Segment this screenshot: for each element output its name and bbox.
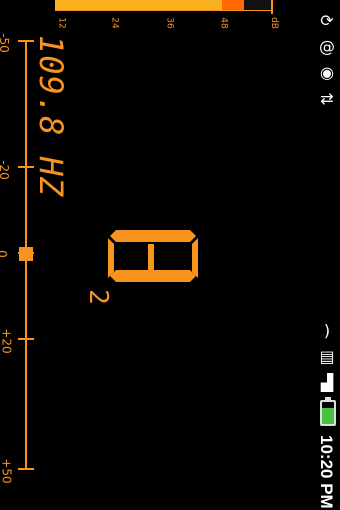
- meter-tick-label: 24: [109, 17, 120, 29]
- sync-icon: ⟳: [320, 10, 334, 30]
- status-bar: ⟳ @ ◉ ⇄ ) ▤ ▟ 10:20 PM: [314, 0, 340, 510]
- scale-label: +50: [0, 458, 14, 484]
- level-meter: [55, 0, 273, 10]
- scale-label: +20: [0, 328, 14, 354]
- scale-label: -20: [0, 160, 11, 180]
- level-meter-fill: [55, 0, 222, 10]
- level-meter-baseline: [55, 10, 273, 11]
- signal-icon: ▟: [320, 372, 334, 392]
- frequency-readout: 109.8 HZ: [32, 35, 70, 198]
- note-display: A: [108, 228, 198, 290]
- note-segment-glyph: [108, 230, 198, 282]
- level-meter-end-marker: [271, 0, 273, 14]
- meter-tick-label: 12: [56, 17, 67, 29]
- scale-tick: [18, 468, 34, 470]
- status-clock: 10:20 PM: [317, 435, 336, 509]
- meter-unit-label: dB: [268, 17, 279, 29]
- location-icon: ◉: [320, 62, 334, 82]
- tuning-needle: [19, 247, 33, 261]
- meter-tick-label: 36: [164, 17, 175, 29]
- note-octave: 2: [83, 289, 113, 305]
- level-meter-peak: [222, 0, 244, 10]
- sd-card-icon: ▤: [319, 346, 335, 366]
- wifi-icon: ): [323, 320, 331, 340]
- scale-tick: [18, 338, 34, 340]
- scale-label: 0: [0, 250, 9, 258]
- usb-icon: ⇄: [320, 88, 334, 108]
- scale-label: -50: [0, 33, 11, 53]
- battery-icon: [320, 397, 336, 426]
- at-icon: @: [319, 36, 335, 56]
- meter-tick-label: 48: [218, 17, 229, 29]
